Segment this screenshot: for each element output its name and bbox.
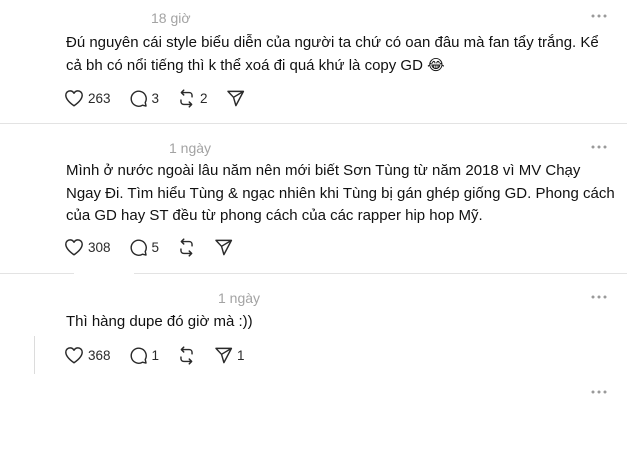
more-icon[interactable]: [591, 294, 607, 300]
repost-icon: [177, 345, 196, 365]
more-icon[interactable]: [591, 144, 607, 150]
post: 1 ngày Mình ở nước ngoài lâu năm nên mới…: [0, 124, 627, 274]
thread-line: [34, 336, 35, 374]
share-button[interactable]: 1: [214, 346, 245, 365]
like-count: 368: [88, 347, 111, 363]
comment-icon: [129, 346, 148, 365]
post-text: Thì hàng dupe đó giờ mà :)): [66, 313, 253, 330]
repost-count: 2: [200, 90, 208, 106]
comment-count: 1: [151, 347, 160, 363]
comment-count: 3: [151, 90, 160, 106]
comment-button[interactable]: 3: [129, 89, 160, 108]
post-text: Đú nguyên cái style biểu diễn của người …: [66, 34, 599, 74]
heart-icon: [64, 238, 84, 256]
share-count: 1: [237, 347, 245, 363]
more-icon[interactable]: [591, 13, 607, 19]
repost-icon: [177, 88, 196, 108]
repost-icon: [177, 237, 196, 257]
share-button[interactable]: [214, 238, 233, 257]
share-button[interactable]: [226, 89, 245, 108]
share-icon: [226, 89, 245, 108]
post-actions: 308 5: [64, 237, 251, 257]
repost-button[interactable]: [177, 345, 196, 365]
post: 1 ngày Thì hàng dupe đó giờ mà :)) 368 1: [0, 274, 627, 384]
repost-button[interactable]: 2: [177, 88, 208, 108]
like-count: 308: [88, 239, 111, 255]
post-actions: 263 3 2: [64, 88, 263, 108]
heart-icon: [64, 89, 84, 107]
like-button[interactable]: 263: [64, 89, 111, 107]
heart-icon: [64, 346, 84, 364]
like-count: 263: [88, 90, 111, 106]
post-time: 18 giờ: [151, 10, 191, 26]
like-button[interactable]: 368: [64, 346, 111, 364]
like-button[interactable]: 308: [64, 238, 111, 256]
comment-count: 5: [151, 239, 160, 255]
comment-icon: [129, 89, 148, 108]
post-time: 1 ngày: [218, 290, 261, 306]
post-actions: 368 1 1: [64, 345, 263, 365]
threads-replies: 18 giờ Đú nguyên cái style biểu diễn của…: [0, 0, 627, 473]
more-icon[interactable]: [591, 389, 607, 395]
repost-button[interactable]: [177, 237, 196, 257]
post: 18 giờ Đú nguyên cái style biểu diễn của…: [0, 0, 627, 124]
comment-icon: [129, 238, 148, 257]
share-icon: [214, 346, 233, 365]
comment-button[interactable]: 1: [129, 346, 160, 365]
comment-button[interactable]: 5: [129, 238, 160, 257]
share-icon: [214, 238, 233, 257]
post-text: Mình ở nước ngoài lâu năm nên mới biết S…: [66, 162, 615, 224]
post-time: 1 ngày: [169, 140, 212, 156]
